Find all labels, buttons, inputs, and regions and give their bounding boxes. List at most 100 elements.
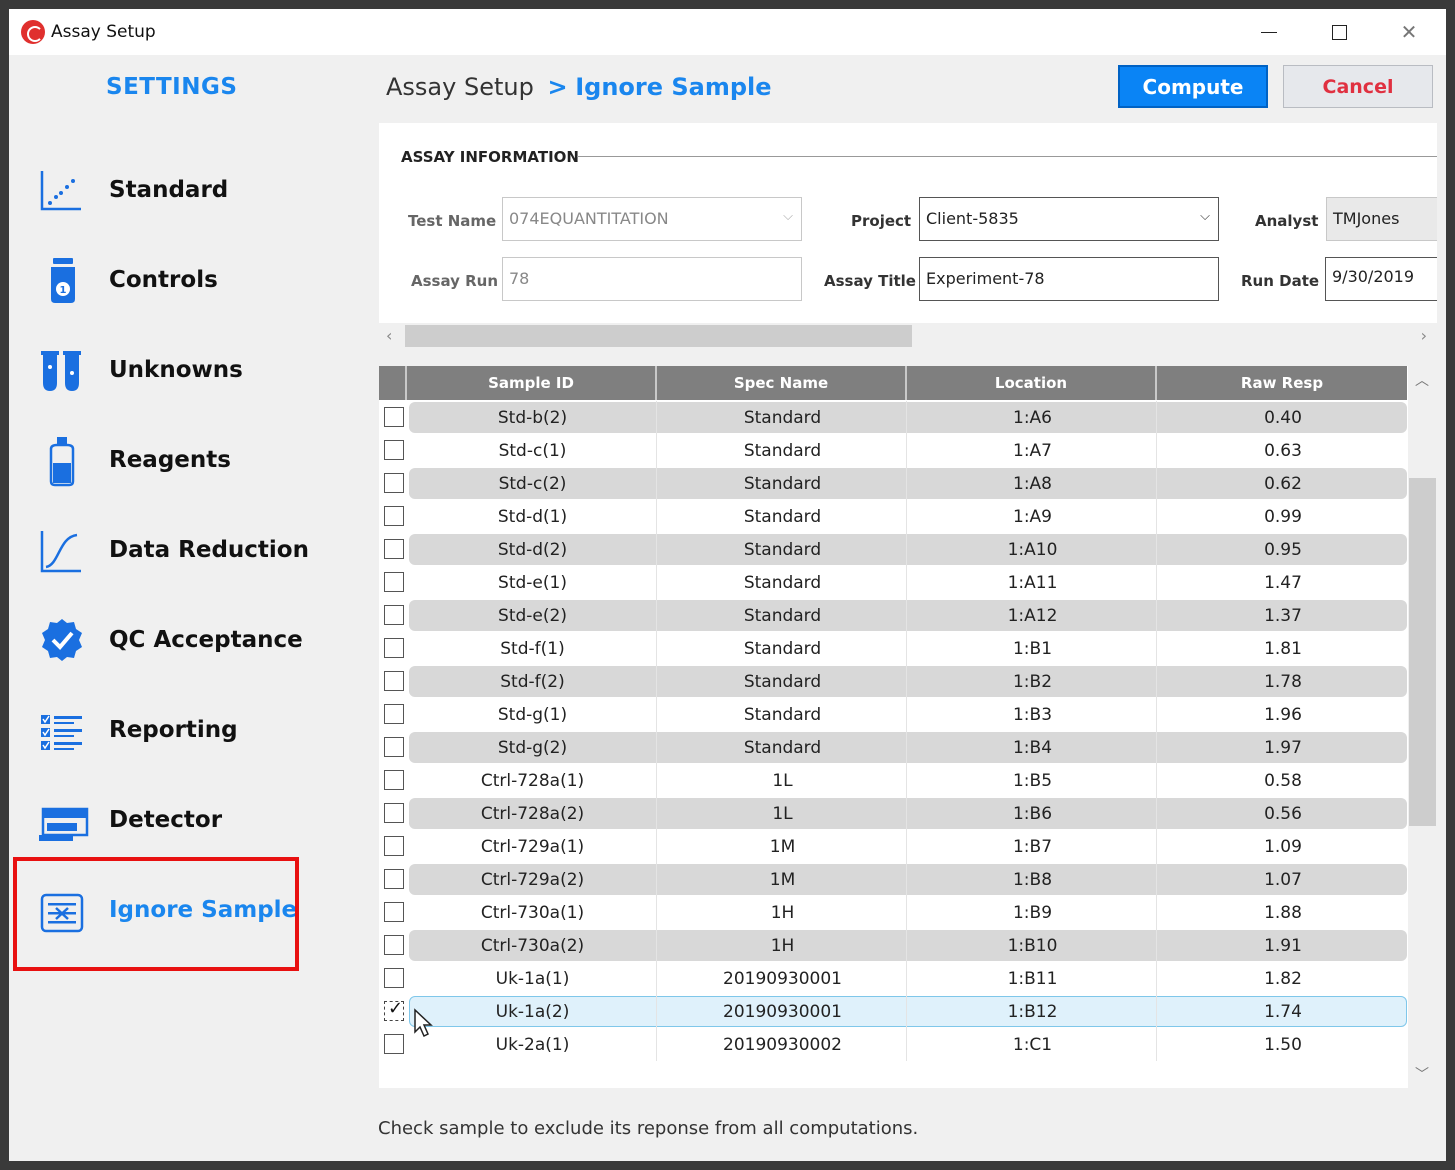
table-row[interactable]: Uk-1a(1) 20190930001 1:B11 1.82: [379, 962, 1407, 995]
vertical-scrollbar[interactable]: ︿ ﹀: [1408, 366, 1437, 1088]
cell-sample-id: Uk-2a(1): [409, 1028, 657, 1061]
table-row[interactable]: Ctrl-728a(2) 1L 1:B6 0.56: [379, 797, 1407, 830]
horizontal-scroll-thumb[interactable]: [405, 325, 912, 347]
ignore-checkbox[interactable]: [384, 737, 404, 757]
cell-spec-name: Standard: [659, 434, 907, 467]
sidebar-item-reagents[interactable]: Reagents: [9, 423, 349, 503]
test-name-dropdown[interactable]: 074EQUANTITATION ⌵: [502, 197, 802, 241]
ignore-checkbox[interactable]: [384, 605, 404, 625]
breadcrumb-root[interactable]: Assay Setup: [386, 73, 534, 101]
cell-location: 1:C1: [909, 1028, 1157, 1061]
column-header-spec-name[interactable]: Spec Name: [657, 366, 907, 400]
table-row[interactable]: Ctrl-728a(1) 1L 1:B5 0.58: [379, 764, 1407, 797]
assay-title-input[interactable]: Experiment-78: [919, 257, 1219, 301]
cell-spec-name: 1M: [659, 863, 907, 896]
table-row[interactable]: Ctrl-729a(2) 1M 1:B8 1.07: [379, 863, 1407, 896]
table-row[interactable]: Std-g(2) Standard 1:B4 1.97: [379, 731, 1407, 764]
table-row[interactable]: Std-d(1) Standard 1:A9 0.99: [379, 500, 1407, 533]
cell-raw-resp: 0.63: [1264, 440, 1302, 461]
horizontal-scrollbar[interactable]: ‹ ›: [379, 323, 1437, 349]
table-row[interactable]: ✓ Uk-1a(2) 20190930001 1:B12 1.74: [379, 995, 1407, 1028]
cell-location: 1:A7: [909, 434, 1157, 467]
ignore-checkbox[interactable]: [384, 803, 404, 823]
scroll-up-icon[interactable]: ︿: [1415, 370, 1429, 390]
cell-location: 1:B8: [909, 863, 1157, 896]
cell-location: 1:B7: [909, 830, 1157, 863]
ignore-checkbox[interactable]: [384, 1034, 404, 1054]
table-row[interactable]: Std-c(1) Standard 1:A7 0.63: [379, 434, 1407, 467]
table-row[interactable]: Uk-2a(1) 20190930002 1:C1 1.50: [379, 1028, 1407, 1061]
ignore-checkbox[interactable]: [384, 704, 404, 724]
vial-icon: 1: [51, 258, 75, 303]
cell-location: 1:A12: [909, 599, 1157, 632]
table-row[interactable]: Ctrl-730a(1) 1H 1:B9 1.88: [379, 896, 1407, 929]
cell-sample-id: Std-d(2): [409, 533, 657, 566]
close-button[interactable]: ✕: [1387, 17, 1431, 47]
table-row[interactable]: Std-e(1) Standard 1:A11 1.47: [379, 566, 1407, 599]
cell-spec-name: Standard: [659, 467, 907, 500]
assay-title-label: Assay Title: [824, 272, 916, 290]
sidebar-item-detector[interactable]: Detector: [9, 783, 349, 863]
sidebar-item-qc-acceptance[interactable]: QC Acceptance: [9, 603, 349, 683]
cell-location: 1:A8: [909, 467, 1157, 500]
sidebar-item-controls[interactable]: 1 Controls: [9, 243, 349, 323]
ignore-checkbox[interactable]: [384, 902, 404, 922]
ignore-checkbox[interactable]: [384, 506, 404, 526]
table-row[interactable]: Std-f(1) Standard 1:B1 1.81: [379, 632, 1407, 665]
sidebar-item-label: Reagents: [109, 447, 231, 473]
column-header-raw-resp[interactable]: Raw Resp: [1157, 366, 1407, 400]
scroll-down-icon[interactable]: ﹀: [1415, 1064, 1429, 1084]
cell-spec-name: Standard: [659, 533, 907, 566]
sidebar-item-data-reduction[interactable]: Data Reduction: [9, 513, 349, 593]
cell-location: 1:B11: [909, 962, 1157, 995]
ignore-checkbox[interactable]: [384, 770, 404, 790]
cell-location: 1:A10: [909, 533, 1157, 566]
assay-run-field[interactable]: 78: [502, 257, 802, 301]
table-row[interactable]: Std-b(2) Standard 1:A6 0.40: [379, 401, 1407, 434]
ignore-checkbox[interactable]: [384, 473, 404, 493]
ignore-checkbox[interactable]: ✓: [384, 998, 404, 1021]
project-dropdown[interactable]: Client-5835 ⌵: [919, 197, 1219, 241]
ignore-checkbox[interactable]: [384, 671, 404, 691]
sidebar-item-unknowns[interactable]: Unknowns: [9, 333, 349, 413]
vertical-scroll-thumb[interactable]: [1409, 478, 1436, 826]
cell-spec-name: Standard: [659, 500, 907, 533]
cell-raw-resp: 0.62: [1264, 473, 1302, 494]
ignore-checkbox[interactable]: [384, 539, 404, 559]
cancel-button[interactable]: Cancel: [1283, 65, 1433, 108]
table-row[interactable]: Std-c(2) Standard 1:A8 0.62: [379, 467, 1407, 500]
sidebar-item-standard[interactable]: Standard: [9, 153, 349, 233]
table-row[interactable]: Std-e(2) Standard 1:A12 1.37: [379, 599, 1407, 632]
cell-location: 1:B9: [909, 896, 1157, 929]
minimize-button[interactable]: [1247, 17, 1291, 47]
column-header-sample-id[interactable]: Sample ID: [407, 366, 657, 400]
ignore-checkbox[interactable]: [384, 407, 404, 427]
ignore-checkbox[interactable]: [384, 638, 404, 658]
assay-title-value: Experiment-78: [926, 269, 1045, 288]
table-row[interactable]: Std-g(1) Standard 1:B3 1.96: [379, 698, 1407, 731]
cell-sample-id: Uk-1a(1): [409, 962, 657, 995]
ignore-checkbox[interactable]: [384, 869, 404, 889]
table-row[interactable]: Std-d(2) Standard 1:A10 0.95: [379, 533, 1407, 566]
ignore-checkbox[interactable]: [384, 572, 404, 592]
sidebar-item-reporting[interactable]: Reporting: [9, 693, 349, 773]
scroll-left-icon[interactable]: ‹: [386, 326, 392, 345]
ignore-checkbox[interactable]: [384, 440, 404, 460]
ignore-checkbox[interactable]: [384, 836, 404, 856]
compute-button[interactable]: Compute: [1118, 65, 1268, 108]
table-row[interactable]: Ctrl-729a(1) 1M 1:B7 1.09: [379, 830, 1407, 863]
column-header-location[interactable]: Location: [907, 366, 1157, 400]
run-date-input[interactable]: 9/30/2019: [1325, 257, 1437, 301]
cell-location: 1:B2: [909, 665, 1157, 698]
app-logo-icon: [21, 20, 45, 44]
scroll-right-icon[interactable]: ›: [1421, 326, 1427, 345]
table-row[interactable]: Ctrl-730a(2) 1H 1:B10 1.91: [379, 929, 1407, 962]
ignore-checkbox[interactable]: [384, 968, 404, 988]
maximize-button[interactable]: [1317, 17, 1361, 47]
table-row[interactable]: Std-f(2) Standard 1:B2 1.78: [379, 665, 1407, 698]
analyst-field[interactable]: TMJones: [1326, 197, 1437, 241]
ignore-checkbox[interactable]: [384, 935, 404, 955]
checkmark-icon: ✓: [388, 998, 404, 1019]
cell-raw-resp: 1.50: [1264, 1034, 1302, 1055]
cell-location: 1:B10: [909, 929, 1157, 962]
